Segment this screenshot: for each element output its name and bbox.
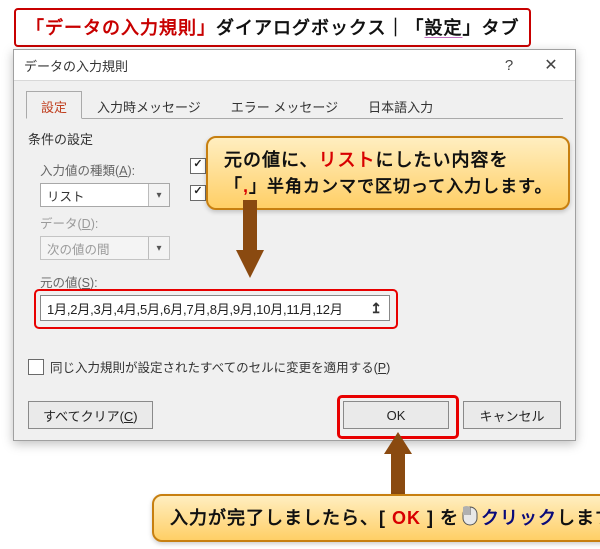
text: にしたい内容を: [375, 150, 508, 170]
text: すべてクリア(C): [43, 406, 138, 425]
text: 」半角カンマで区切って入力します。: [249, 177, 552, 196]
tab-input-msg[interactable]: 入力時メッセージ: [82, 91, 216, 119]
text: 「: [26, 18, 45, 38]
text: ):: [128, 164, 136, 178]
text: OK: [392, 508, 421, 528]
allow-label: 入力値の種類(A):: [40, 160, 170, 179]
text: データの入力規則: [45, 18, 197, 38]
source-value: 1月,2月,3月,4月,5月,6月,7月,8月,9月,10月,11月,12月: [47, 299, 343, 318]
text: クリック: [481, 508, 557, 528]
text: 」タブ: [462, 18, 519, 38]
checkbox-icon: [190, 185, 206, 201]
allow-value: リスト: [47, 186, 85, 205]
dialog-button-bar: すべてクリア(C) OK キャンセル: [28, 401, 561, 429]
clear-all-button[interactable]: すべてクリア(C): [28, 401, 153, 429]
text: 「: [224, 176, 243, 196]
cancel-button[interactable]: キャンセル: [463, 401, 561, 429]
text: 元の値(: [40, 276, 82, 290]
text: ] を: [421, 508, 459, 528]
tab-settings[interactable]: 設定: [26, 91, 82, 119]
data-value: 次の値の間: [47, 239, 110, 258]
allow-select[interactable]: リスト ▾: [40, 183, 170, 207]
text: A: [119, 164, 127, 178]
checkbox-icon: [190, 158, 206, 174]
callout-source-hint: 元の値に、リストにしたい内容を 「,」半角カンマで区切って入力します。: [206, 136, 570, 210]
apply-all-checkbox[interactable]: 同じ入力規則が設定されたすべてのセルに変更を適用する(P): [28, 357, 563, 376]
text: ):: [90, 276, 98, 290]
text: 設定: [424, 18, 462, 38]
text: 入力値の種類(: [40, 164, 119, 178]
titlebar-buttons: ? ✕: [489, 53, 571, 77]
text: 「: [405, 18, 424, 38]
checkbox-icon: [28, 359, 44, 375]
chevron-down-icon: ▾: [148, 237, 169, 259]
tab-ime[interactable]: 日本語入力: [353, 91, 448, 119]
data-select: 次の値の間 ▾: [40, 236, 170, 260]
text: D: [82, 217, 91, 231]
chevron-down-icon: ▾: [148, 184, 169, 206]
text: データ(: [40, 217, 82, 231]
data-validation-dialog: データの入力規則 ? ✕ 設定 入力時メッセージ エラー メッセージ 日本語入力…: [13, 49, 576, 441]
data-label: データ(D):: [40, 213, 170, 232]
callout-ok-hint: 入力が完了しましたら、[ OK ] を クリックします。: [152, 494, 600, 542]
close-button[interactable]: ✕: [531, 53, 571, 77]
text: します。: [557, 508, 600, 528]
text: 」: [197, 18, 216, 38]
source-input[interactable]: 1月,2月,3月,4月,5月,6月,7月,8月,9月,10月,11月,12月 ↥: [40, 295, 390, 321]
dialog-body: 設定 入力時メッセージ エラー メッセージ 日本語入力 条件の設定 入力値の種類…: [14, 81, 575, 441]
titlebar: データの入力規則 ? ✕: [14, 50, 575, 81]
text: 入力が完了しましたら、[: [170, 508, 392, 528]
text: 同じ入力規則が設定されたすべてのセルに変更を適用する(P): [50, 357, 390, 376]
top-annotation: 「データの入力規則」ダイアログボックス｜「設定」タブ: [14, 8, 531, 47]
tab-error-msg[interactable]: エラー メッセージ: [216, 91, 353, 119]
text: 元の値に、: [224, 150, 318, 170]
mouse-icon: [461, 505, 479, 527]
text: ):: [91, 217, 99, 231]
source-label: 元の値(S):: [40, 272, 563, 291]
ok-button[interactable]: OK: [343, 401, 449, 429]
help-button[interactable]: ?: [489, 53, 529, 77]
range-picker-icon[interactable]: ↥: [366, 299, 386, 317]
text: ダイアログボックス｜: [216, 18, 405, 38]
text: S: [82, 276, 90, 290]
dialog-title: データの入力規則: [24, 56, 128, 75]
text: リスト: [318, 150, 375, 170]
arrow-callout2: [378, 432, 418, 498]
tabstrip: 設定 入力時メッセージ エラー メッセージ 日本語入力: [26, 90, 563, 119]
